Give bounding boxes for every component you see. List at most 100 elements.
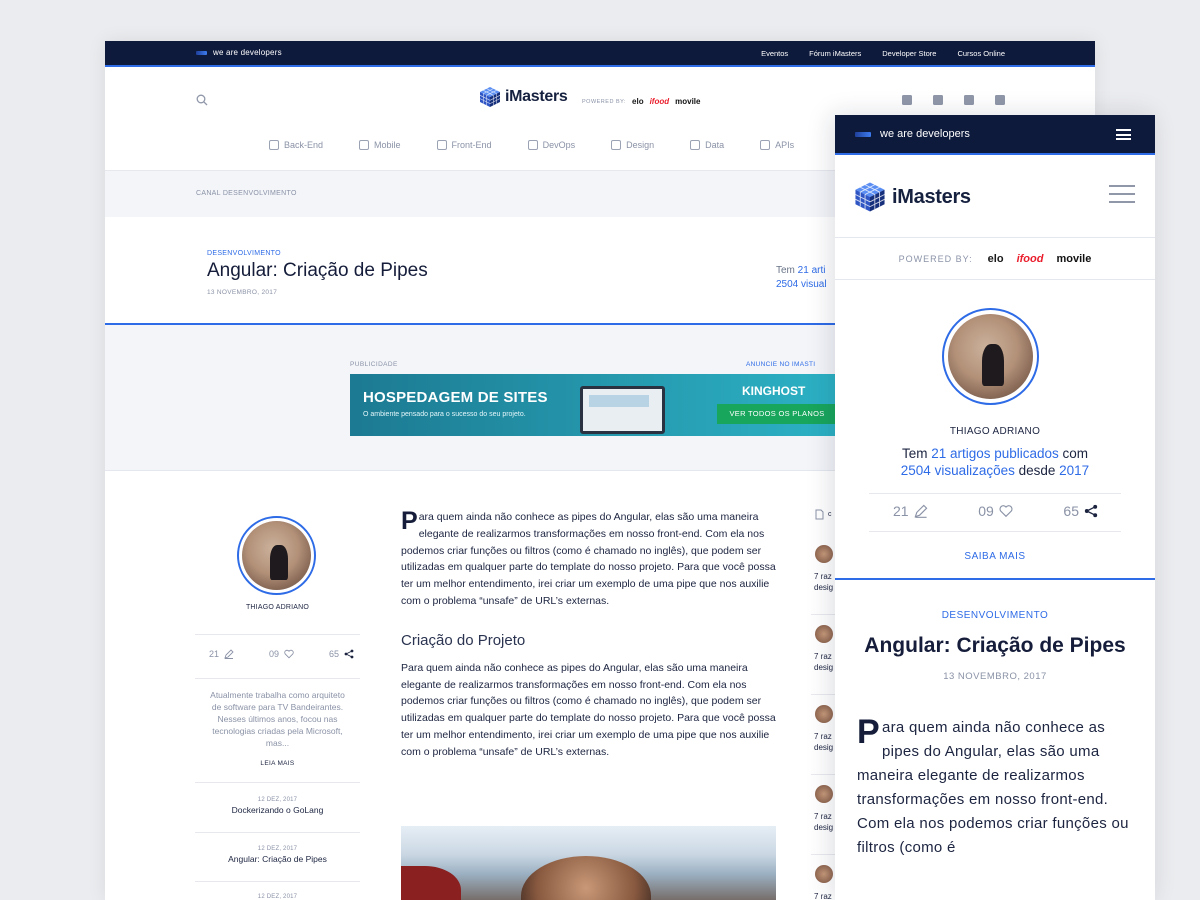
- document-icon: [815, 509, 824, 520]
- drop-cap: P: [857, 713, 880, 751]
- rail-item-title: 7 razdesig: [814, 571, 833, 593]
- stat-views-link[interactable]: 2504 visualizações: [901, 463, 1015, 478]
- article-category[interactable]: DESENVOLVIMENTO: [207, 250, 281, 257]
- category-data[interactable]: Data: [690, 140, 724, 150]
- shares-count[interactable]: 65: [1063, 503, 1098, 519]
- stat-articles-link[interactable]: 21 arti: [798, 265, 826, 276]
- learn-more-link[interactable]: SAIBA MAIS: [835, 551, 1155, 562]
- avatar: [815, 705, 833, 723]
- share-icon: [344, 649, 354, 659]
- section-title: Criação do Projeto: [401, 631, 526, 649]
- category-frontend[interactable]: Front-End: [436, 140, 492, 150]
- rail-item-title: 7 razdesig: [814, 731, 833, 753]
- category-design[interactable]: Design: [611, 140, 654, 150]
- social-links: [902, 95, 1005, 105]
- divider: [869, 531, 1121, 532]
- partner-ifood[interactable]: ifood: [650, 97, 670, 106]
- divider: [195, 881, 360, 882]
- top-nav-cursos[interactable]: Cursos Online: [957, 49, 1005, 58]
- brand-mark-icon: [196, 50, 207, 55]
- youtube-icon[interactable]: [964, 95, 974, 105]
- article-category[interactable]: DESENVOLVIMENTO: [857, 610, 1133, 621]
- twitter-icon[interactable]: [933, 95, 943, 105]
- mobile-top-brand[interactable]: we are developers: [855, 128, 970, 140]
- read-more-link[interactable]: LEIA MAIS: [195, 760, 360, 767]
- drop-cap: P: [401, 507, 418, 535]
- partner-movile[interactable]: movile: [675, 97, 700, 106]
- avatar: [815, 545, 833, 563]
- menu-icon[interactable]: [1116, 129, 1131, 140]
- article-body: Para quem ainda não conhece as pipes do …: [401, 509, 779, 761]
- top-nav-store[interactable]: Developer Store: [882, 49, 936, 58]
- banner-cta-button[interactable]: VER TODOS OS PLANOS: [717, 404, 837, 424]
- divider: [195, 832, 360, 833]
- stat-articles-link[interactable]: 21 artigos publicados: [931, 446, 1059, 461]
- rail-line: desig: [814, 823, 834, 832]
- category-backend[interactable]: Back-End: [269, 140, 323, 150]
- author-metrics: 21 09 65: [893, 503, 1098, 519]
- partner-elo[interactable]: elo: [988, 253, 1004, 265]
- rail-line: desig: [814, 583, 834, 592]
- facebook-icon[interactable]: [902, 95, 912, 105]
- top-nav: Eventos Fórum iMasters Developer Store C…: [761, 49, 1005, 58]
- category-label: Data: [705, 140, 725, 150]
- shares-count[interactable]: 65: [329, 649, 354, 659]
- linkedin-icon[interactable]: [995, 95, 1005, 105]
- rail-line: 7 raz: [814, 732, 832, 741]
- partner-movile[interactable]: movile: [1056, 253, 1091, 265]
- top-nav-eventos[interactable]: Eventos: [761, 49, 788, 58]
- avatar[interactable]: [237, 516, 316, 595]
- top-brand[interactable]: we are developers: [196, 48, 282, 57]
- site-logo[interactable]: iMasters: [479, 86, 568, 108]
- logo-wordmark: iMasters: [505, 88, 568, 105]
- likes-count[interactable]: 09: [978, 503, 1013, 519]
- category-devops[interactable]: DevOps: [527, 140, 575, 150]
- stat-mid2: desde: [1014, 463, 1060, 478]
- advertise-link[interactable]: ANUNCIE NO IMASTI: [746, 361, 815, 368]
- cube-icon: [359, 140, 370, 150]
- stat-views-link[interactable]: 2504 visual: [776, 279, 827, 290]
- partner-ifood[interactable]: ifood: [1017, 253, 1044, 265]
- partner-elo[interactable]: elo: [632, 97, 644, 106]
- author-bio: Atualmente trabalha como arquiteto de so…: [210, 690, 345, 748]
- laptop-image: [580, 386, 665, 434]
- shares-value: 65: [328, 649, 339, 659]
- breadcrumb-channel[interactable]: CANAL DESENVOLVIMENTO: [196, 190, 297, 197]
- related-post[interactable]: 12 DEZ, 2017 Angular: Criação de Pipes: [195, 846, 360, 864]
- powered-by-label: POWERED BY:: [898, 253, 973, 264]
- rail-item-title: 7 razdesig: [814, 891, 833, 900]
- mobile-tagline: we are developers: [880, 128, 970, 140]
- tagline: we are developers: [213, 48, 282, 57]
- stat-year-link[interactable]: 2017: [1059, 463, 1089, 478]
- ad-banner[interactable]: HOSPEDAGEM DE SITES O ambiente pensado p…: [350, 374, 850, 436]
- author-name[interactable]: THIAGO ADRIANO: [195, 604, 360, 611]
- top-nav-forum[interactable]: Fórum iMasters: [809, 49, 861, 58]
- hamburger-menu-icon[interactable]: [1109, 185, 1135, 205]
- category-mobile[interactable]: Mobile: [359, 140, 401, 150]
- likes-value: 09: [978, 503, 994, 519]
- articles-count: 21: [893, 503, 928, 519]
- likes-count[interactable]: 09: [269, 649, 294, 659]
- related-title: Angular: Criação de Pipes: [228, 854, 327, 864]
- divider: [195, 678, 360, 679]
- avatar[interactable]: [942, 308, 1039, 405]
- author-stats: Tem 21 arti 2504 visual: [776, 264, 827, 292]
- site-logo[interactable]: iMasters: [854, 181, 971, 213]
- related-post[interactable]: 12 DEZ, 2017 Dockerizando o GoLang: [195, 797, 360, 815]
- powered-by: POWERED BY: elo ifood movile: [582, 97, 700, 106]
- author-name[interactable]: THIAGO ADRIANO: [835, 426, 1155, 437]
- stat-prefix: Tem: [901, 446, 932, 461]
- avatar: [815, 625, 833, 643]
- banner-brand: KINGHOST: [742, 384, 806, 398]
- search-icon[interactable]: [196, 94, 208, 106]
- rail-header: c: [815, 509, 832, 520]
- cube-icon: [760, 140, 771, 150]
- heart-icon: [999, 505, 1013, 518]
- related-title: Dockerizando o GoLang: [231, 805, 324, 815]
- related-post[interactable]: 12 DEZ, 2017: [195, 894, 360, 900]
- cube-logo-icon: [479, 87, 501, 107]
- author-metrics: 21 09 65: [209, 649, 354, 659]
- avatar: [815, 865, 833, 883]
- divider: [869, 493, 1121, 494]
- category-apis[interactable]: APIs: [760, 140, 794, 150]
